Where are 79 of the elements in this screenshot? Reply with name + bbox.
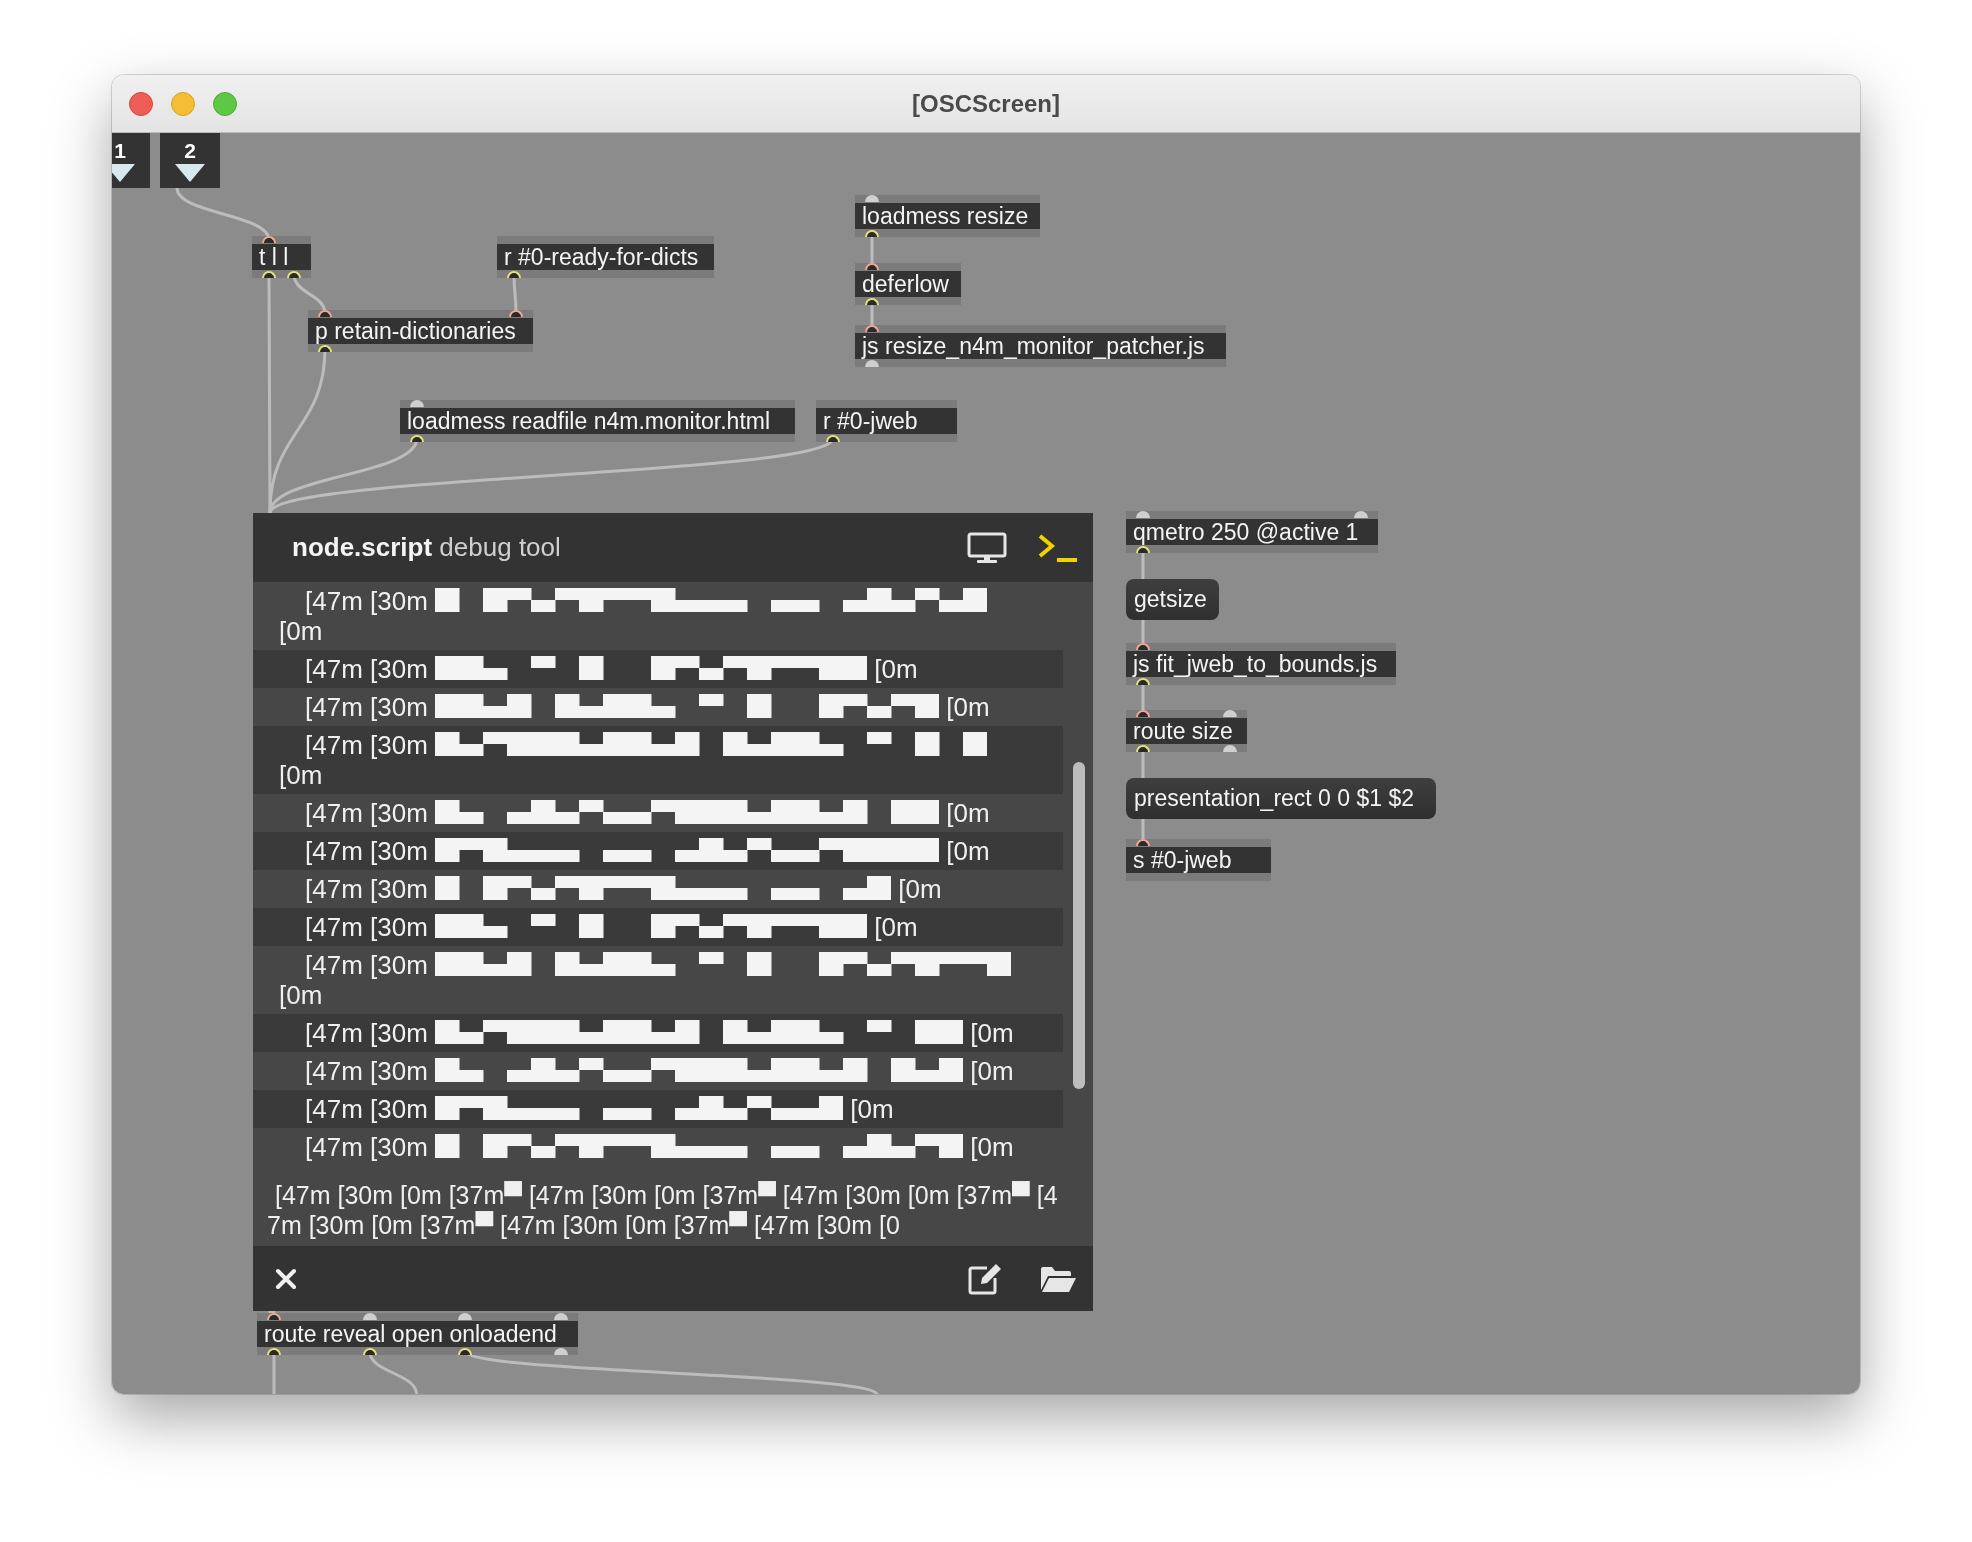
inlet-port[interactable] xyxy=(509,310,523,317)
close-window-button[interactable] xyxy=(129,91,153,116)
outlet-port[interactable] xyxy=(826,435,840,442)
outlet-port[interactable] xyxy=(865,230,879,237)
log-text: [0m xyxy=(970,1132,1014,1162)
patch-object: p retain-dictionaries xyxy=(308,310,533,352)
log-text: [0m xyxy=(970,1018,1014,1048)
log-text: [0m xyxy=(946,836,990,866)
log-text: [0m xyxy=(279,760,323,790)
log-text: [47m [30m xyxy=(305,654,428,684)
log-text: [0m xyxy=(946,692,990,722)
patch-object: js fit_jweb_to_bounds.js xyxy=(1126,643,1396,685)
patch-object: loadmess readfile n4m.monitor.html xyxy=(400,400,795,442)
outlet-port[interactable] xyxy=(1136,745,1150,752)
outlet-port[interactable] xyxy=(1136,546,1150,553)
patch-object: s #0-jweb xyxy=(1126,839,1271,881)
down-triangle-icon[interactable] xyxy=(175,163,205,182)
patch-object: r #0-ready-for-dicts xyxy=(497,236,714,278)
outlet-port[interactable] xyxy=(1136,678,1150,685)
inlet-port[interactable] xyxy=(262,236,276,243)
patch-object: qmetro 250 @active 1 xyxy=(1126,511,1378,553)
patch-object: r #0-jweb xyxy=(816,400,957,442)
log-text: [47m [30m xyxy=(305,730,428,760)
outlet-port[interactable] xyxy=(267,1348,281,1355)
message-object[interactable]: getsize xyxy=(1126,579,1219,620)
log-text: [0m xyxy=(970,1056,1014,1086)
outlet-port[interactable] xyxy=(362,1348,377,1355)
log-text: [0m xyxy=(850,1094,894,1124)
outlet-port[interactable] xyxy=(262,271,276,278)
monitor-icon[interactable] xyxy=(967,531,1007,564)
log-text: [47m [30m xyxy=(305,874,428,904)
inlet-port[interactable] xyxy=(267,1313,281,1320)
log-text: [0m xyxy=(874,912,918,942)
log-text: [47m [30m xyxy=(305,836,428,866)
scrollbar-thumb[interactable] xyxy=(1073,762,1085,1089)
log-text: [47m [30m xyxy=(305,912,428,942)
message-object[interactable]: presentation_rect 0 0 $1 $2 xyxy=(1126,778,1436,819)
outlet-port[interactable] xyxy=(507,271,521,278)
inlet-port[interactable] xyxy=(1136,710,1150,717)
folder-icon[interactable] xyxy=(1039,1264,1077,1293)
log-text: [47m [30m xyxy=(305,798,428,828)
log-text: [47m [30m xyxy=(305,1018,428,1048)
outlet-port[interactable] xyxy=(865,298,879,305)
inlet-port[interactable] xyxy=(1136,839,1150,846)
log-text: [47m [30m xyxy=(305,586,428,616)
log-text: [47m [30m xyxy=(305,692,428,722)
log-text: [0m xyxy=(874,654,918,684)
patch-object: route size xyxy=(1126,710,1247,752)
outlet-port[interactable] xyxy=(410,435,424,442)
patch-object: loadmess resize xyxy=(855,195,1040,237)
log-text: [0m xyxy=(898,874,942,904)
patch-object: js resize_n4m_monitor_patcher.js xyxy=(855,325,1226,367)
patch-object: route reveal open onloadend xyxy=(257,1313,578,1355)
inlet-number: 1 xyxy=(114,139,126,162)
inlet-port[interactable] xyxy=(865,263,879,270)
edit-icon[interactable] xyxy=(967,1261,1003,1296)
down-triangle-icon[interactable] xyxy=(112,163,135,182)
panel-title: node.script debug tool xyxy=(292,532,562,563)
inlet-object[interactable]: 1 xyxy=(112,133,150,188)
log-text: [0m xyxy=(279,616,323,646)
close-icon[interactable] xyxy=(275,1267,297,1290)
log-text: [47m [30m xyxy=(305,1094,428,1124)
window-title: [OSCScreen] xyxy=(912,89,1060,118)
inlet-port[interactable] xyxy=(865,325,879,332)
log-text: [47m [30m xyxy=(305,1132,428,1162)
inlet-number: 2 xyxy=(184,139,196,162)
outlet-port[interactable] xyxy=(318,345,332,352)
inlet-port[interactable] xyxy=(1136,643,1150,650)
log-text: [47m [30m xyxy=(305,1056,428,1086)
inlet-object[interactable]: 2 xyxy=(160,133,220,188)
log-text: [47m [30m xyxy=(305,950,428,980)
log-text: [47m [30m [0m [37m▀ [47m [30m [0m [37m▀ [47m [30m [0m [37m▀ [47m [30m [0m [37m▀ [47m [30m [0m [37m▀ [47m [30m [0 xyxy=(266,1180,1059,1240)
log-text: [0m xyxy=(279,980,323,1010)
patch-object: deferlow xyxy=(855,263,961,305)
outlet-port[interactable] xyxy=(287,271,301,278)
outlet-port[interactable] xyxy=(458,1348,473,1355)
log-text: [0m xyxy=(946,798,990,828)
patch-object: t l l xyxy=(252,236,311,278)
inlet-port[interactable] xyxy=(318,310,332,317)
